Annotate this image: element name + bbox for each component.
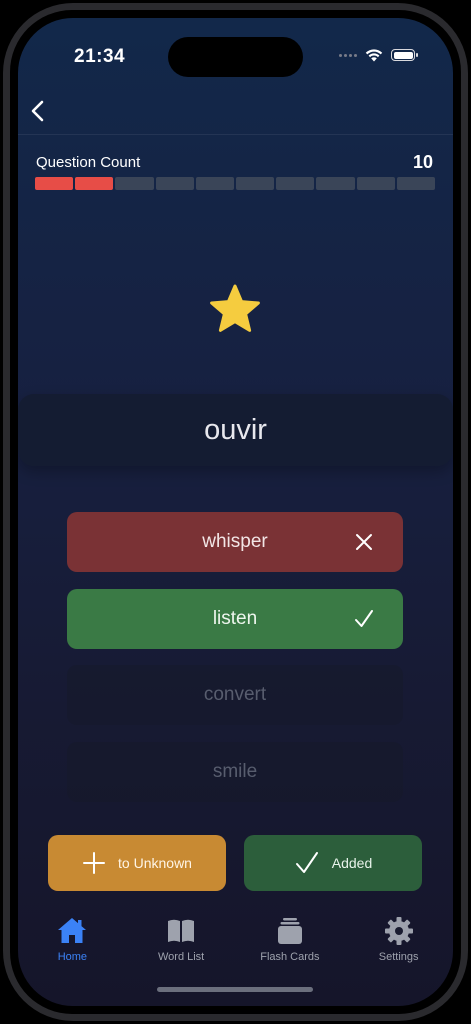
word-card: ouvir [18, 394, 453, 466]
back-chevron-icon[interactable] [24, 96, 54, 126]
answer-option[interactable]: convert [67, 665, 403, 725]
book-icon [168, 919, 195, 942]
add-to-unknown-button[interactable]: to Unknown [48, 835, 226, 891]
tab-word-list[interactable]: Word List [127, 911, 236, 971]
answer-option-correct[interactable]: listen [67, 589, 403, 649]
tab-bar: Home Word List Flash Cards Settings [18, 911, 453, 971]
tab-label: Word List [157, 951, 205, 963]
cards-icon [277, 918, 302, 944]
plus-icon [83, 852, 106, 874]
star-favorite-icon[interactable] [207, 282, 263, 338]
added-button[interactable]: Added [244, 835, 422, 891]
wifi-icon [365, 49, 383, 62]
answer-option-text: smile [212, 761, 258, 782]
tab-label: Flash Cards [260, 951, 320, 963]
progress-segment-completed [75, 177, 114, 190]
progress-segment [276, 177, 315, 190]
question-count-value: 10 [412, 152, 433, 172]
answer-option[interactable]: smile [67, 742, 403, 802]
tab-flash-cards[interactable]: Flash Cards [236, 911, 345, 971]
answer-option-text: whisper [202, 531, 268, 552]
progress-segment-completed [35, 177, 74, 190]
house-icon [58, 918, 87, 943]
tab-home[interactable]: Home [18, 911, 127, 971]
navigation-bar [18, 90, 453, 135]
answer-option-wrong[interactable]: whisper [67, 512, 403, 572]
app-screen: 21:34 Question Count 10 ouvir whisper li… [18, 18, 453, 1006]
gear-icon [384, 917, 413, 945]
quiz-word: ouvir [204, 413, 267, 446]
question-count-label: Question Count [36, 154, 141, 171]
answer-option-text: convert [203, 684, 267, 705]
add-to-unknown-label: to Unknown [118, 855, 192, 871]
cellular-icon [339, 53, 357, 57]
battery-icon [391, 49, 418, 61]
progress-segment [155, 177, 194, 190]
added-label: Added [331, 855, 373, 871]
progress-segment [115, 177, 154, 190]
checkmark-icon [355, 610, 373, 627]
answer-option-text: listen [212, 608, 258, 629]
tab-label: Settings [378, 951, 419, 963]
progress-segment [195, 177, 235, 190]
progress-segment [316, 177, 355, 190]
question-progress-bar [35, 177, 436, 190]
cross-icon [356, 534, 372, 550]
progress-segment [396, 177, 436, 190]
status-time: 21:34 [74, 46, 126, 67]
dynamic-island [168, 37, 303, 77]
tab-label: Home [57, 951, 88, 963]
home-indicator[interactable] [157, 987, 313, 992]
status-icons [339, 48, 418, 62]
progress-segment [356, 177, 395, 190]
tab-settings[interactable]: Settings [344, 911, 453, 971]
progress-segment [236, 177, 275, 190]
checkmark-icon [295, 852, 318, 873]
